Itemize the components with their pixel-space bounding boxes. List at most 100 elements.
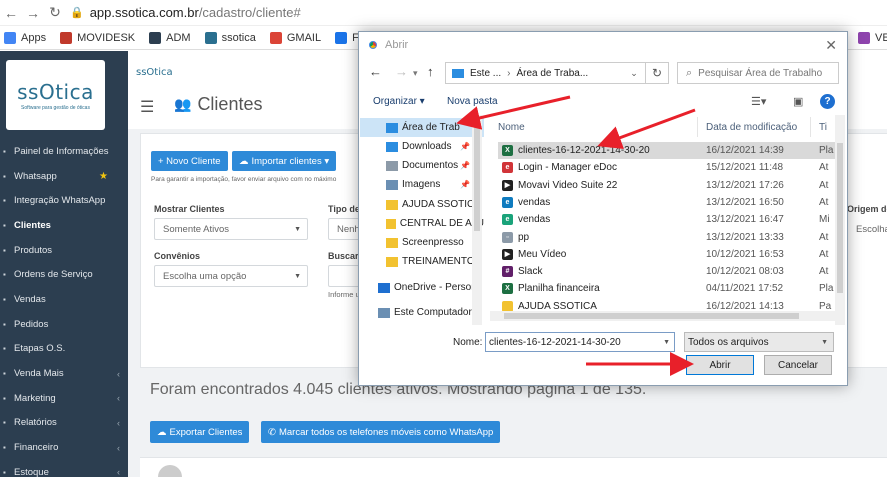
bookmark-item[interactable]: ssotica <box>204 31 256 44</box>
view-options-icon[interactable]: ☰▾ <box>751 95 766 108</box>
organize-menu[interactable]: Organizar ▾ <box>373 96 425 107</box>
sidebar-item[interactable]: ▪ Marketing ‹ <box>0 386 128 411</box>
file-name: Meu Vídeo <box>518 248 567 260</box>
path-part-2: Área de Traba... <box>516 67 589 79</box>
menu-item-icon: ▪ <box>3 220 6 230</box>
dialog-path-field[interactable]: Este ... › Área de Traba... ⌄ <box>445 62 669 84</box>
chevron-down-icon[interactable]: ⌄ <box>630 68 638 79</box>
type-label: Tipo de <box>328 204 360 214</box>
forward-icon[interactable]: → <box>22 5 44 21</box>
file-list-scrollbar-thumb[interactable] <box>837 143 843 293</box>
file-row[interactable]: ▫ pp 13/12/2021 13:33 At <box>498 229 838 246</box>
new-client-button[interactable]: + Novo Cliente <box>151 151 228 171</box>
nav-item[interactable]: Downloads 📌 <box>360 137 484 156</box>
menu-item-icon: ▪ <box>3 393 6 403</box>
sidebar-item[interactable]: ▪ Vendas <box>0 287 128 312</box>
back-icon[interactable]: ← <box>369 64 382 79</box>
column-name[interactable]: Nome <box>490 117 698 137</box>
bookmark-label: ssotica <box>221 31 256 44</box>
file-type-select[interactable]: Todos os arquivos ▼ <box>684 332 834 352</box>
sidebar-item[interactable]: ▪ Financeiro ‹ <box>0 435 128 460</box>
file-row[interactable]: X Planilha financeira 04/11/2021 17:52 Pla <box>498 280 838 297</box>
sidebar-item[interactable]: ▪ Integração WhatsApp <box>0 188 128 213</box>
help-icon[interactable]: ? <box>820 94 835 109</box>
file-list-hscrollbar-thumb[interactable] <box>504 313 799 319</box>
nav-scrollbar[interactable] <box>472 115 482 325</box>
nav-item[interactable]: AJUDA SSOTICA <box>360 195 484 214</box>
sidebar-item-label: Vendas <box>14 293 46 305</box>
bookmark-item[interactable]: VE <box>858 31 887 44</box>
bookmark-item[interactable]: MOVIDESK <box>60 31 135 44</box>
sidebar-item[interactable]: ▪ Produtos <box>0 238 128 263</box>
sidebar-item[interactable]: ▪ Whatsapp ★ <box>0 164 128 189</box>
file-row[interactable]: e Login - Manager eDoc 15/12/2021 11:48 At <box>498 159 838 176</box>
sidebar-item[interactable]: ▪ Estoque ‹ <box>0 460 128 477</box>
file-list-hscrollbar[interactable] <box>490 311 835 321</box>
sidebar-item-label: Painel de Informações <box>14 145 109 157</box>
file-icon: ▫ <box>502 231 513 243</box>
nav-item[interactable]: Área de Trab <box>360 118 484 137</box>
sidebar-item[interactable]: ▪ Ordens de Serviço <box>0 262 128 287</box>
file-name: Login - Manager eDoc <box>518 162 617 174</box>
convenios-placeholder: Escolha uma opção <box>163 270 247 282</box>
up-arrow-icon[interactable]: ↑ <box>427 64 434 79</box>
convenios-select[interactable]: Escolha uma opção ▼ <box>154 265 308 287</box>
nav-item[interactable]: Screenpresso <box>360 233 484 252</box>
file-type: At <box>819 248 829 260</box>
nav-item[interactable]: CENTRAL DE AJU <box>360 214 484 233</box>
refresh-icon[interactable]: ↻ <box>645 62 669 84</box>
nav-item[interactable]: Imagens 📌 <box>360 175 484 194</box>
cancel-button[interactable]: Cancelar <box>764 355 832 375</box>
sidebar-item[interactable]: ▪ Venda Mais ‹ <box>0 361 128 386</box>
file-row[interactable]: # Slack 10/12/2021 08:03 At <box>498 263 838 280</box>
reload-icon[interactable]: ↻ <box>44 4 66 21</box>
sidebar-item[interactable]: ▪ Etapas O.S. <box>0 337 128 362</box>
file-row[interactable]: ▶ Meu Vídeo 10/12/2021 16:53 At <box>498 246 838 263</box>
mark-whatsapp-button[interactable]: ✆ Marcar todos os telefones móveis como W… <box>261 421 501 443</box>
nav-item-label: Este Computador <box>394 307 472 318</box>
bookmark-item[interactable]: GMAIL <box>269 31 321 44</box>
menu-item-icon: ▪ <box>3 369 6 379</box>
close-icon[interactable]: ✕ <box>825 37 837 54</box>
sidebar-item[interactable]: ▪ Painel de Informações <box>0 139 128 164</box>
import-clients-button[interactable]: ☁ Importar clientes ▾ <box>232 151 337 171</box>
new-folder-button[interactable]: Nova pasta <box>447 96 498 107</box>
nav-item-label: Screenpresso <box>402 237 464 248</box>
bookmark-icon <box>60 31 73 44</box>
bookmark-item[interactable]: Apps <box>4 31 46 44</box>
origem-select[interactable]: Escolha <box>847 218 887 240</box>
sidebar-item[interactable]: ▪ Pedidos <box>0 312 128 337</box>
dialog-search-field[interactable]: ⌕ Pesquisar Área de Trabalho <box>677 62 839 84</box>
nav-item[interactable]: Documentos 📌 <box>360 156 484 175</box>
file-list-scrollbar[interactable] <box>835 115 845 325</box>
bookmark-item[interactable]: ADM <box>149 31 191 44</box>
back-icon[interactable]: ← <box>0 5 22 21</box>
filename-input[interactable]: clientes-16-12-2021-14-30-20 ▼ <box>485 332 675 352</box>
forward-icon[interactable]: → <box>395 64 408 79</box>
chevron-down-icon[interactable]: ▼ <box>663 339 670 346</box>
nav-scrollbar-thumb[interactable] <box>474 121 480 231</box>
sidebar-item[interactable]: ▪ Clientes <box>0 213 128 238</box>
file-row[interactable]: ▶ Movavi Video Suite 22 13/12/2021 17:26 At <box>498 177 838 194</box>
menu-toggle-icon[interactable]: ☰ <box>140 97 154 117</box>
nav-item[interactable]: OneDrive - Person <box>360 278 484 297</box>
url-field[interactable]: 🔒 app.ssotica.com.br /cadastro/cliente# <box>70 2 301 24</box>
file-row[interactable]: Xclientes-16-12-2021-14-30-20 16/12/2021 … <box>498 142 838 160</box>
search-icon: ⌕ <box>686 66 693 79</box>
dialog-search-placeholder: Pesquisar Área de Trabalho <box>698 67 823 79</box>
nav-item[interactable]: TREINAMENTO <box>360 252 484 271</box>
file-icon: e <box>502 162 513 174</box>
nav-item[interactable]: Este Computador <box>360 303 484 322</box>
ssotica-logo[interactable]: ssOtica Software para gestão de óticas <box>6 60 105 130</box>
file-row[interactable]: e vendas 13/12/2021 16:50 At <box>498 194 838 211</box>
column-date[interactable]: Data de modificação <box>698 117 811 137</box>
preview-pane-icon[interactable]: ▣ <box>793 95 803 108</box>
chevron-down-icon[interactable]: ▾ <box>413 68 418 79</box>
sidebar-item[interactable]: ▪ Relatórios ‹ <box>0 411 128 436</box>
show-clients-select[interactable]: Somente Ativos ▼ <box>154 218 308 240</box>
file-name: vendas <box>518 196 551 208</box>
export-clients-button[interactable]: ☁ Exportar Clientes <box>150 421 250 443</box>
file-row[interactable]: e vendas 13/12/2021 16:47 Mi <box>498 211 838 228</box>
file-name: pp <box>518 231 530 243</box>
open-button[interactable]: Abrir <box>686 355 754 375</box>
